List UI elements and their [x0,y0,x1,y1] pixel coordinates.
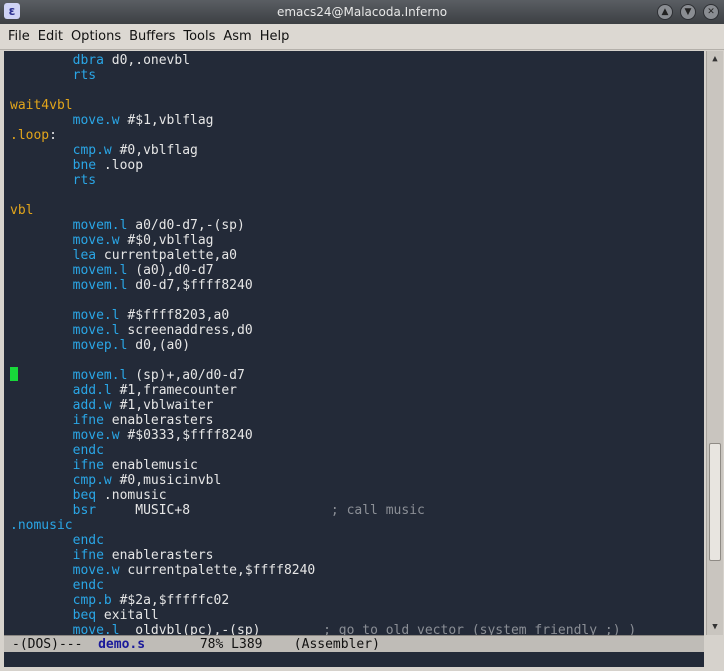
instruction: movep.l [72,338,128,353]
code-editor[interactable]: dbra d0,.onevbl rts wait4vbl move.w #$1,v… [4,51,704,635]
instruction: bsr [72,503,97,518]
instruction: move.w [72,233,120,248]
instruction: cmp.w [72,473,112,488]
instruction: ifne [72,458,104,473]
instruction: move.w [72,428,120,443]
instruction: beq [72,488,97,503]
code-line: movem.l a0/d0-d7,-(sp) [72,218,245,233]
instruction: rts [72,68,97,83]
code-line: movem.l (a0),d0-d7 [72,263,214,278]
code-line: endc [10,533,104,548]
label-name: wait4vbl [10,98,73,113]
instruction: move.l [72,323,120,338]
scroll-down-icon[interactable]: ▼ [709,621,721,633]
instruction: beq [72,608,97,623]
modeline-line: L389 [231,637,263,652]
code-line: dbra d0,.onevbl [72,53,191,68]
code-line: movep.l d0,(a0) [72,338,191,353]
instruction: ifne [72,548,104,563]
code-label: wait4vbl [10,98,73,113]
code-line: cmp.b #$2a,$fffffc02 [72,593,230,608]
vertical-scrollbar[interactable]: ▲ ▼ [706,51,723,635]
instruction: dbra [72,53,104,68]
minimize-icon[interactable]: ▼ [680,4,696,20]
menu-bar: File Edit Options Buffers Tools Asm Help [0,24,724,50]
instruction: add.l [72,383,112,398]
instruction: cmp.b [72,593,112,608]
instruction: movem.l [72,263,128,278]
menu-options[interactable]: Options [67,29,125,44]
code-label: vbl [10,203,33,218]
code-label: .loop: [10,128,57,143]
label-name: vbl [10,203,34,218]
instruction: ifne [72,413,104,428]
code-line: endc [10,578,104,593]
label-name: .loop [10,128,50,143]
instruction: movem.l [72,368,128,383]
code-line: rts [10,68,96,83]
instruction: endc [72,533,104,548]
code-line: movem.l (sp)+,a0/d0-d7 [72,368,245,383]
menu-edit[interactable]: Edit [34,29,67,44]
code-line: move.w #$0333,$ffff8240 [72,428,253,443]
modeline-mode[interactable]: (Assembler) [294,637,380,652]
code-line: add.w #1,vblwaiter [72,398,214,413]
code-line: move.w #$1,vblflag [72,113,214,128]
scrollbar-thumb[interactable] [709,443,721,561]
code-line: bsr MUSIC+8 ; call music [72,503,425,518]
code-line: move.l screenaddress,d0 [72,323,253,338]
code-line: beq exitall [72,608,159,623]
instruction: lea [72,248,97,263]
code-line: ifne enablerasters [72,548,214,563]
code-line: endc [10,443,104,458]
menu-help[interactable]: Help [256,29,294,44]
code-line: move.w currentpalette,$ffff8240 [72,563,316,578]
code-line: ifne enablerasters [72,413,214,428]
title-bar: ε emacs24@Malacoda.Inferno ▲ ▼ ✕ [0,0,724,24]
menu-file[interactable]: File [4,29,34,44]
modeline-position: 78% [199,637,224,652]
code-comment: ; call music [330,503,425,518]
code-line: bne .loop [72,158,144,173]
code-line: move.l oldvbl(pc),-(sp) ; go to old vect… [10,623,637,635]
shade-up-icon[interactable]: ▲ [657,4,673,20]
instruction: move.l [72,308,120,323]
code-line: rts [10,173,96,188]
code-line: lea currentpalette,a0 [72,248,237,263]
instruction: rts [72,173,97,188]
code-label: .nomusic [10,518,73,533]
instruction: add.w [72,398,112,413]
instruction: move.w [72,113,120,128]
code-line: move.l #$ffff8203,a0 [72,308,230,323]
window-title: emacs24@Malacoda.Inferno [276,5,448,19]
code-line: move.w #$0,vblflag [72,233,214,248]
mode-line: -(DOS)--- demo.s 78% L389 (Assembler) [4,635,704,652]
emacs-icon[interactable]: ε [4,3,20,19]
instruction: move.l [72,623,120,635]
instruction: bne [72,158,97,173]
instruction: cmp.w [72,143,112,158]
code-line: add.l #1,framecounter [72,383,237,398]
instruction: endc [72,578,104,593]
code-line: cmp.w #0,vblflag [72,143,198,158]
modeline-buffer-name[interactable]: demo.s [98,637,145,652]
minibuffer[interactable] [4,652,704,667]
code-line: ifne enablemusic [72,458,198,473]
menu-tools[interactable]: Tools [179,29,219,44]
instruction: endc [72,443,104,458]
label-name: .nomusic [10,518,73,533]
scroll-up-icon[interactable]: ▲ [709,53,721,65]
menu-asm[interactable]: Asm [219,29,255,44]
instruction: move.w [72,563,120,578]
code-comment: ; go to old vector (system friendly ;) ) [323,623,637,635]
code-line: cmp.w #0,musicinvbl [72,473,222,488]
close-icon[interactable]: ✕ [703,4,719,20]
code-line: beq .nomusic [72,488,167,503]
instruction: movem.l [72,278,128,293]
modeline-prefix: -(DOS)--- [12,637,99,652]
menu-buffers[interactable]: Buffers [125,29,179,44]
instruction: movem.l [72,218,128,233]
code-line: movem.l d0-d7,$ffff8240 [72,278,253,293]
